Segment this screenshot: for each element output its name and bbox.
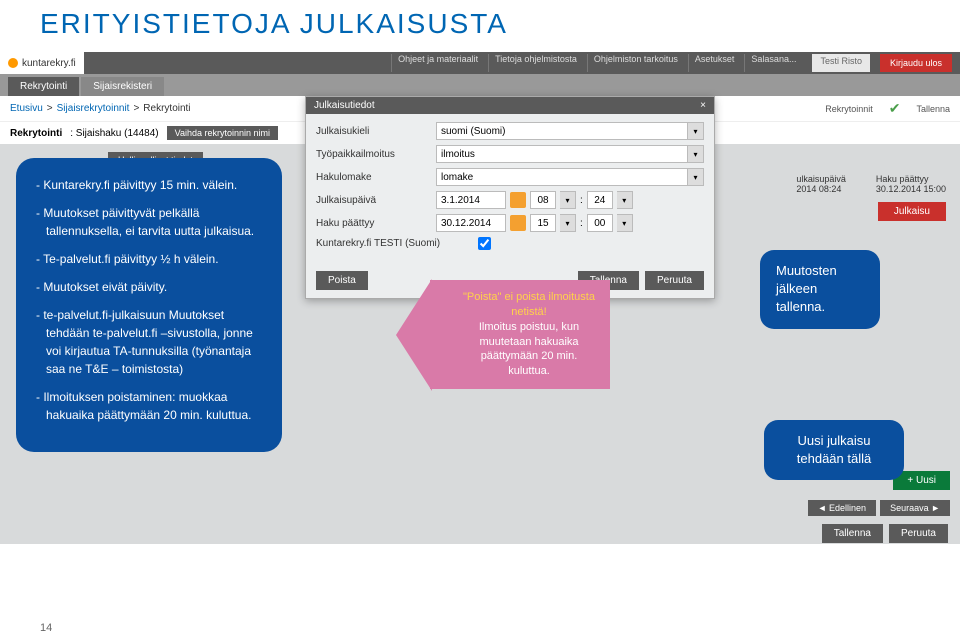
chevron-down-icon[interactable]: ▾ <box>688 168 704 186</box>
publish-modal: Julkaisutiedot × Julkaisukieli ▾ Työpaik… <box>305 96 715 299</box>
crumb-home[interactable]: Etusivu <box>10 103 43 114</box>
modal-ext-foot: Tallenna Peruuta <box>822 524 948 543</box>
callout-item: Muutokset päivittyvät pelkällä tallennuk… <box>36 204 262 240</box>
top-links: Ohjeet ja materiaalit Tietoja ohjelmisto… <box>391 54 960 72</box>
link-rekrytoinnit[interactable]: Rekrytoinnit <box>825 104 873 114</box>
info-value: 2014 08:24 <box>796 184 846 194</box>
logout-button[interactable]: Kirjaudu ulos <box>880 54 952 72</box>
language-select[interactable] <box>436 122 688 140</box>
tab-sijaisrekisteri[interactable]: Sijaisrekisteri <box>81 77 164 96</box>
chevron-down-icon[interactable]: ▾ <box>688 145 704 163</box>
end-date-input[interactable] <box>436 214 506 232</box>
arrow-shape: "Poista" ei poista ilmoitusta netistä! I… <box>430 280 610 389</box>
publish-date-input[interactable] <box>436 191 506 209</box>
chevron-down-icon[interactable]: ▾ <box>688 122 704 140</box>
field-label: Kuntarekry.fi TESTI (Suomi) <box>316 238 476 249</box>
field-label: Haku päättyy <box>316 218 436 229</box>
callout-item: te-palvelut.fi-julkaisuun Muutokset tehd… <box>36 306 262 378</box>
publish-info: ulkaisupäivä2014 08:24 Haku päättyy30.12… <box>796 174 946 194</box>
save-button[interactable]: Tallenna <box>822 524 883 543</box>
logo: kuntarekry.fi <box>0 52 84 74</box>
crumb-sep: > <box>133 103 139 114</box>
cancel-button[interactable]: Peruuta <box>889 524 948 543</box>
form-select[interactable] <box>436 168 688 186</box>
topbar: kuntarekry.fi Ohjeet ja materiaalit Tiet… <box>0 52 960 74</box>
tab-rekrytointi[interactable]: Rekrytointi <box>8 77 79 96</box>
crumb-current: Rekrytointi <box>143 103 190 114</box>
prev-button[interactable]: ◄ Edellinen <box>808 500 876 516</box>
callout-item: Ilmoituksen poistaminen: muokkaa hakuaik… <box>36 388 262 424</box>
subhead-id: : Sijaishaku (14484) <box>70 128 158 139</box>
callout-left: Kuntarekry.fi päivittyy 15 min. välein. … <box>16 158 282 452</box>
crumb-sep: > <box>47 103 53 114</box>
cancel-button[interactable]: Peruuta <box>645 271 704 290</box>
arrow-text-highlight: "Poista" ei poista ilmoitusta netistä! <box>463 291 595 318</box>
field-label: Julkaisukieli <box>316 126 436 137</box>
logo-icon <box>8 58 18 68</box>
callout-item: Te-palvelut.fi päivittyy ½ h välein. <box>36 250 262 268</box>
modal-title: Julkaisutiedot <box>314 100 375 111</box>
publish-hour-input[interactable] <box>530 191 556 209</box>
chevron-down-icon[interactable]: ▾ <box>617 191 633 209</box>
info-label: Haku päättyy <box>876 174 946 184</box>
publish-min-input[interactable] <box>587 191 613 209</box>
modal-body: Julkaisukieli ▾ Työpaikkailmoitus ▾ Haku… <box>306 114 714 263</box>
field-label: Julkaisupäivä <box>316 195 436 206</box>
info-value: 30.12.2014 15:00 <box>876 184 946 194</box>
nav-buttons: ◄ Edellinen Seuraava ► <box>808 500 950 516</box>
test-checkbox[interactable] <box>478 237 491 250</box>
close-icon[interactable]: × <box>700 100 706 111</box>
logo-text: kuntarekry.fi <box>22 58 76 69</box>
end-hour-input[interactable] <box>530 214 556 232</box>
field-label: Hakulomake <box>316 172 436 183</box>
main-tabs: Rekrytointi Sijaisrekisteri <box>0 74 960 96</box>
calendar-icon[interactable] <box>510 192 526 208</box>
end-min-input[interactable] <box>587 214 613 232</box>
chevron-down-icon[interactable]: ▾ <box>617 214 633 232</box>
subhead-label: Rekrytointi <box>10 128 62 139</box>
chevron-down-icon[interactable]: ▾ <box>560 191 576 209</box>
top-link-help[interactable]: Ohjeet ja materiaalit <box>391 54 484 72</box>
top-link-about[interactable]: Tietoja ohjelmistosta <box>488 54 583 72</box>
calendar-icon[interactable] <box>510 215 526 231</box>
crumb-mid[interactable]: Sijaisrekrytoinnit <box>57 103 130 114</box>
rename-button[interactable]: Vaihda rekrytoinnin nimi <box>167 126 278 140</box>
new-button[interactable]: Uusi <box>893 471 950 490</box>
callout-item: Muutokset eivät päivity. <box>36 278 262 296</box>
publish-button[interactable]: Julkaisu <box>878 202 946 221</box>
callout-item: Kuntarekry.fi päivittyy 15 min. välein. <box>36 176 262 194</box>
check-icon: ✔ <box>889 100 901 117</box>
top-link-settings[interactable]: Asetukset <box>688 54 741 72</box>
callout-new: Uusi julkaisu tehdään tällä <box>764 420 904 480</box>
top-link-purpose[interactable]: Ohjelmiston tarkoitus <box>587 54 684 72</box>
next-button[interactable]: Seuraava ► <box>880 500 950 516</box>
arrow-text: Ilmoitus poistuu, kun muutetaan hakuaika… <box>479 321 579 378</box>
notice-select[interactable] <box>436 145 688 163</box>
delete-button[interactable]: Poista <box>316 271 368 290</box>
field-label: Työpaikkailmoitus <box>316 149 436 160</box>
top-link-password[interactable]: Salasana... <box>744 54 802 72</box>
page-title: ERITYISTIETOJA JULKAISUSTA <box>0 0 960 52</box>
info-label: ulkaisupäivä <box>796 174 846 184</box>
chevron-down-icon[interactable]: ▾ <box>560 214 576 232</box>
user-badge[interactable]: Testi Risto <box>812 54 870 72</box>
page-number: 14 <box>40 622 52 634</box>
modal-header: Julkaisutiedot × <box>306 97 714 114</box>
link-tallenna[interactable]: Tallenna <box>916 104 950 114</box>
crumb-actions: Rekrytoinnit ✔ Tallenna <box>825 100 950 117</box>
callout-save: Muutosten jälkeen tallenna. <box>760 250 880 329</box>
callout-arrow: "Poista" ei poista ilmoitusta netistä! I… <box>430 280 610 389</box>
